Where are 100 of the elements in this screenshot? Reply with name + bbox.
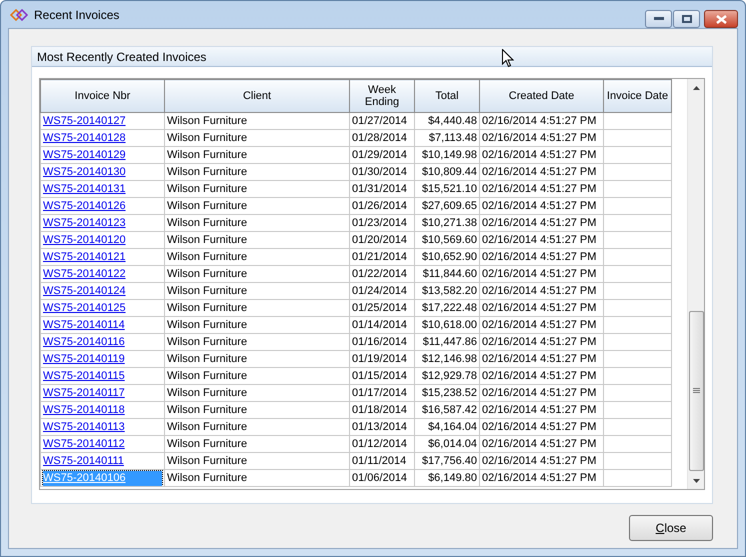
table-cell: 01/25/2014: [350, 300, 414, 316]
table-cell: $15,238.52: [414, 384, 480, 402]
table-cell: 01/26/2014: [350, 198, 414, 214]
table-cell: 01/30/2014: [350, 164, 414, 180]
table-cell: 02/16/2014 4:51:27 PM: [480, 436, 604, 452]
table-cell: 01/20/2014: [350, 232, 414, 248]
table-cell: 01/19/2014: [350, 350, 414, 368]
column-header[interactable]: Week Ending: [350, 80, 414, 112]
table-cell: 02/16/2014 4:51:27 PM: [480, 334, 604, 350]
scroll-up-icon[interactable]: [692, 86, 700, 90]
table-cell: $10,271.38: [414, 214, 480, 232]
table-cell: 01/29/2014: [350, 146, 414, 164]
table-cell: 02/16/2014 4:51:27 PM: [480, 418, 604, 436]
table-cell: 02/16/2014 4:51:27 PM: [480, 112, 604, 130]
table-cell: 01/15/2014: [350, 368, 414, 384]
table-cell: 02/16/2014 4:51:27 PM: [480, 368, 604, 384]
close-icon: [716, 14, 726, 24]
minimize-icon: [654, 17, 664, 21]
column-header[interactable]: Invoice Date: [604, 80, 672, 112]
table-cell: Wilson Furniture: [164, 266, 350, 282]
table-cell: $11,844.60: [414, 266, 480, 282]
table-cell: Wilson Furniture: [164, 402, 350, 418]
table-cell: $12,929.78: [414, 368, 480, 384]
table-cell: 01/14/2014: [350, 316, 414, 334]
table-cell: $17,222.48: [414, 300, 480, 316]
table-cell: Wilson Furniture: [164, 384, 350, 402]
table-cell: 01/27/2014: [350, 112, 414, 130]
table-cell: 01/06/2014: [350, 470, 414, 486]
window-title: Recent Invoices: [34, 6, 120, 24]
table-cell: 02/16/2014 4:51:27 PM: [480, 402, 604, 418]
table-cell: 02/16/2014 4:51:27 PM: [480, 452, 604, 470]
table-cell: 02/16/2014 4:51:27 PM: [480, 180, 604, 198]
table-cell: 02/16/2014 4:51:27 PM: [480, 316, 604, 334]
table-cell: Wilson Furniture: [164, 282, 350, 300]
table-cell: 02/16/2014 4:51:27 PM: [480, 164, 604, 180]
table-cell: $10,569.60: [414, 232, 480, 248]
table-cell: Wilson Furniture: [164, 112, 350, 130]
table-cell: 02/16/2014 4:51:27 PM: [480, 266, 604, 282]
table-cell: $17,756.40: [414, 452, 480, 470]
table-cell: Wilson Furniture: [164, 180, 350, 198]
table-cell: 01/12/2014: [350, 436, 414, 452]
table-cell: 01/23/2014: [350, 214, 414, 232]
table-cell: Wilson Furniture: [164, 316, 350, 334]
table-cell: $10,652.90: [414, 248, 480, 266]
table-cell: 01/22/2014: [350, 266, 414, 282]
table-cell: Wilson Furniture: [164, 214, 350, 232]
table-cell: 01/31/2014: [350, 180, 414, 198]
table-cell: 02/16/2014 4:51:27 PM: [480, 248, 604, 266]
table-cell: 01/13/2014: [350, 418, 414, 436]
table-cell: 02/16/2014 4:51:27 PM: [480, 198, 604, 214]
table-cell: $13,582.20: [414, 282, 480, 300]
table-cell: Wilson Furniture: [164, 232, 350, 248]
table-cell: 01/16/2014: [350, 334, 414, 350]
table-cell: $7,113.48: [414, 130, 480, 146]
table-cell: 01/28/2014: [350, 130, 414, 146]
table-cell: Wilson Furniture: [164, 350, 350, 368]
table-cell: 01/18/2014: [350, 402, 414, 418]
table-cell: 02/16/2014 4:51:27 PM: [480, 146, 604, 164]
column-header[interactable]: Client: [164, 80, 350, 112]
table-cell: 02/16/2014 4:51:27 PM: [480, 470, 604, 486]
table-cell: 01/21/2014: [350, 248, 414, 266]
scroll-down-icon[interactable]: [692, 478, 700, 482]
table-cell: $4,164.04: [414, 418, 480, 436]
table-cell: $10,809.44: [414, 164, 480, 180]
column-header[interactable]: Total: [414, 80, 480, 112]
scrollbar[interactable]: [687, 79, 704, 489]
minimize-button[interactable]: [645, 10, 672, 28]
table-cell: $10,149.98: [414, 146, 480, 164]
scroll-thumb[interactable]: [688, 311, 704, 471]
table-cell: Wilson Furniture: [164, 334, 350, 350]
table-cell: Wilson Furniture: [164, 470, 350, 486]
app-icon: [10, 8, 28, 20]
table-cell: Wilson Furniture: [164, 164, 350, 180]
table-cell: Wilson Furniture: [164, 368, 350, 384]
close-button[interactable]: Close: [629, 515, 713, 541]
table-cell: $15,521.10: [414, 180, 480, 198]
close-window-button[interactable]: [704, 10, 738, 28]
table-cell: Wilson Furniture: [164, 300, 350, 316]
table-cell: Wilson Furniture: [164, 418, 350, 436]
table-cell: Wilson Furniture: [164, 436, 350, 452]
maximize-icon: [682, 15, 692, 23]
table-cell: 01/11/2014: [350, 452, 414, 470]
table-cell: Wilson Furniture: [164, 248, 350, 266]
panel-title: Most Recently Created Invoices: [32, 47, 712, 67]
table-cell: Wilson Furniture: [164, 146, 350, 164]
table-cell: 02/16/2014 4:51:27 PM: [480, 232, 604, 248]
table-cell: $27,609.65: [414, 198, 480, 214]
maximize-button[interactable]: [673, 10, 700, 28]
column-header[interactable]: Invoice Nbr: [40, 80, 164, 112]
table-cell: Wilson Furniture: [164, 130, 350, 146]
table-cell: 02/16/2014 4:51:27 PM: [480, 282, 604, 300]
mouse-pointer-icon: [502, 49, 514, 68]
column-header[interactable]: Created Date: [480, 80, 604, 112]
table-cell: $6,014.04: [414, 436, 480, 452]
table-cell: 01/24/2014: [350, 282, 414, 300]
table-cell: $12,146.98: [414, 350, 480, 368]
table-cell: $16,587.42: [414, 402, 480, 418]
table-cell: $4,440.48: [414, 112, 480, 130]
table-cell: 02/16/2014 4:51:27 PM: [480, 384, 604, 402]
table-cell: $6,149.80: [414, 470, 480, 486]
